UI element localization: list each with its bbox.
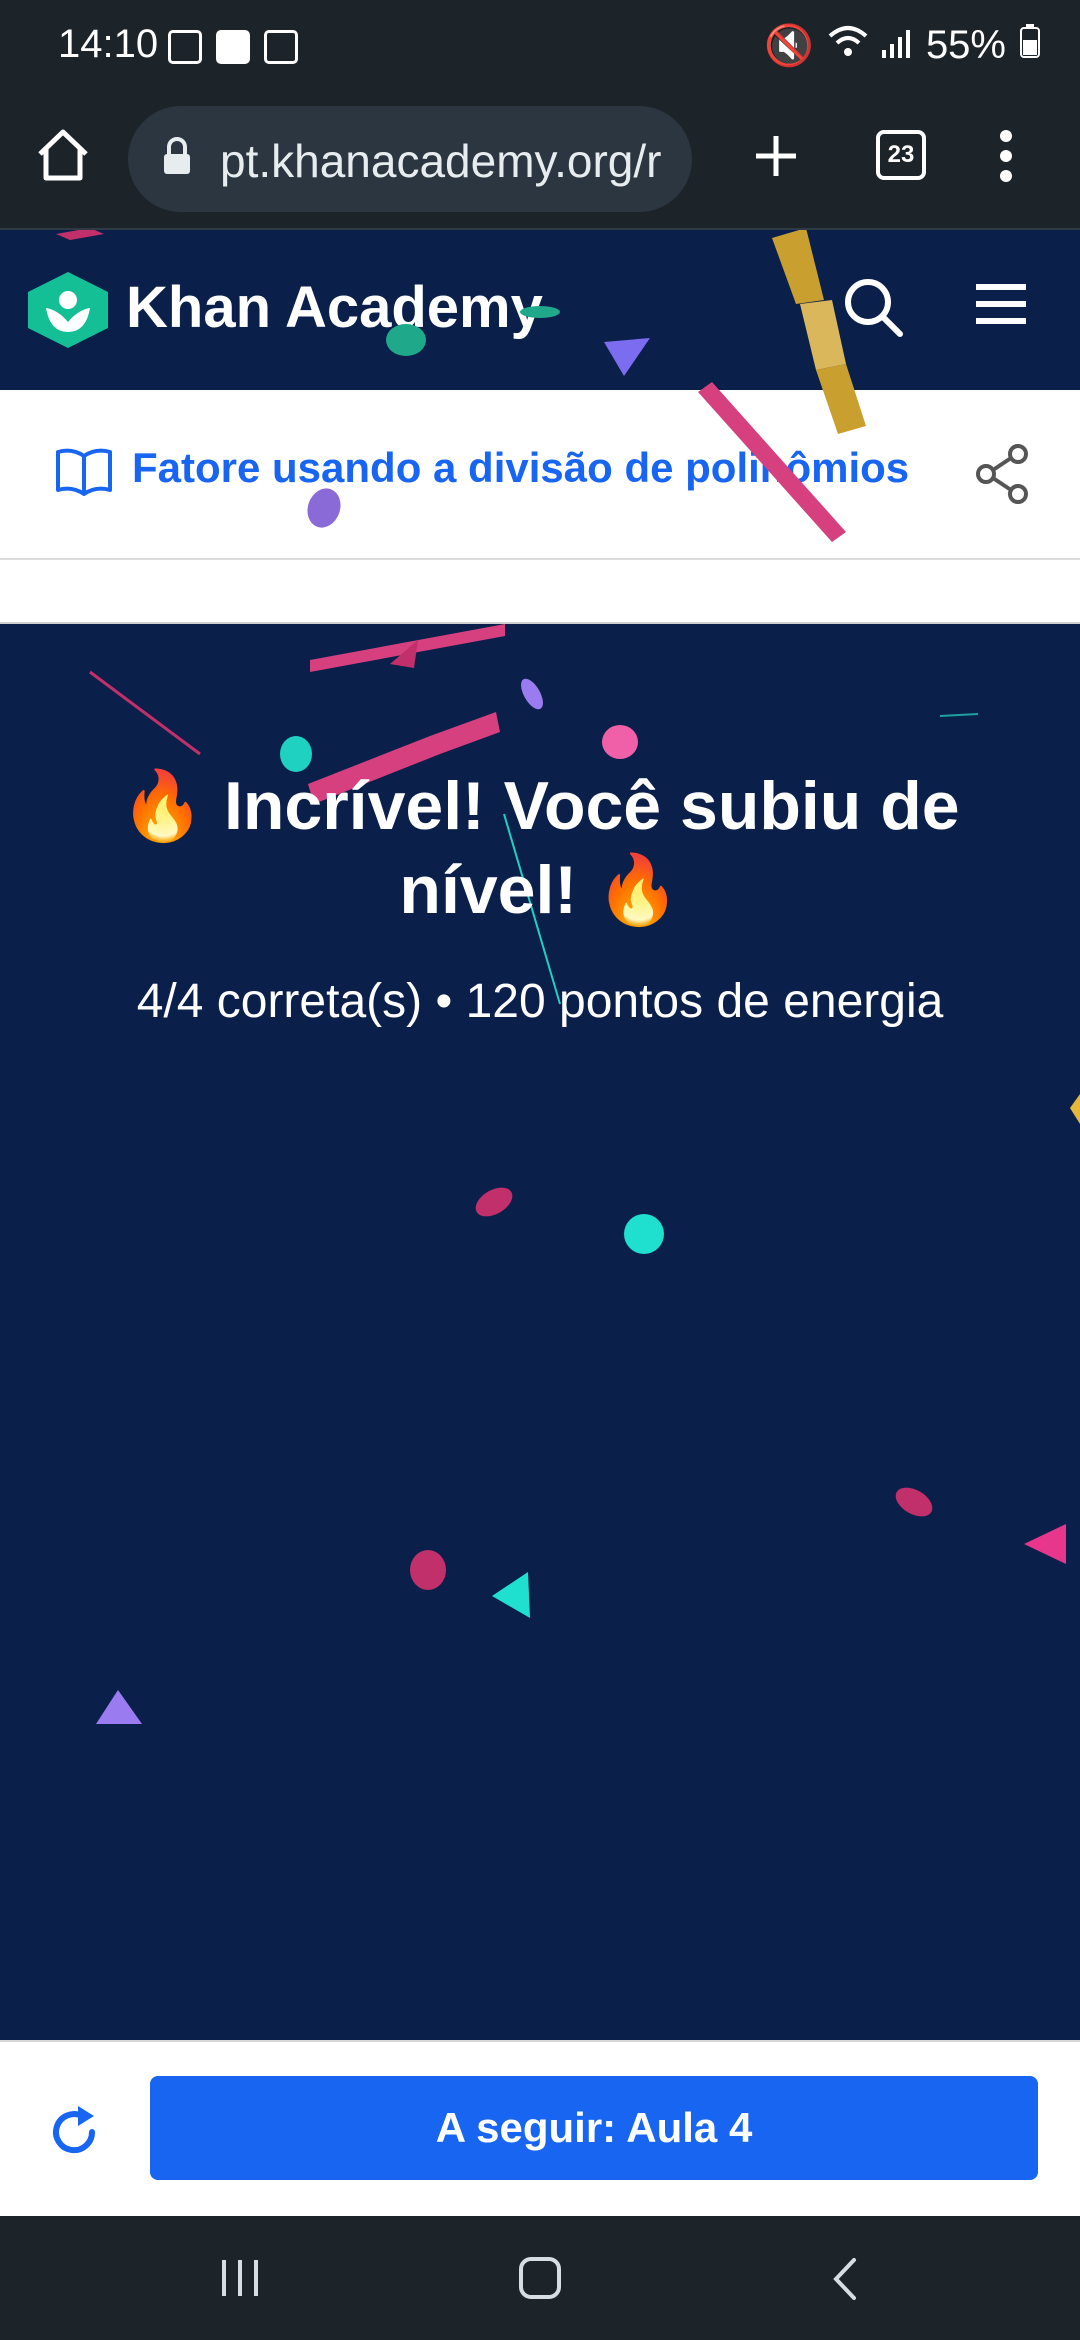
- lock-icon: [162, 136, 192, 181]
- back-nav-icon[interactable]: [830, 2256, 860, 2307]
- more-menu-icon[interactable]: [996, 128, 1016, 189]
- home-icon[interactable]: [34, 126, 92, 189]
- battery-icon: [1020, 23, 1040, 68]
- tab-switcher-button[interactable]: 23: [876, 130, 926, 180]
- wifi-icon: [828, 23, 868, 68]
- system-navigation-bar: [0, 2216, 1080, 2340]
- status-time: 14:10: [58, 22, 159, 66]
- status-bar: 14:10 🔇 55%: [0, 0, 1080, 98]
- next-lesson-button[interactable]: A seguir: Aula 4: [150, 2076, 1038, 2180]
- retry-icon[interactable]: [44, 2102, 104, 2167]
- fire-emoji-left: 🔥: [120, 768, 206, 844]
- url-text: pt.khanacademy.org/r: [220, 135, 662, 187]
- bottom-action-bar: A seguir: Aula 4: [0, 2040, 1080, 2218]
- address-bar[interactable]: pt.khanacademy.org/r: [128, 106, 692, 212]
- divider-strip: [0, 560, 1080, 624]
- fire-emoji-right: 🔥: [595, 852, 681, 928]
- tab-count: 23: [887, 141, 915, 168]
- battery-percent: 55%: [925, 23, 1006, 67]
- result-title-text: Incrível! Você subiu de nível!: [223, 768, 960, 928]
- new-tab-icon[interactable]: [748, 128, 804, 189]
- recent-apps-icon[interactable]: [218, 2258, 262, 2303]
- browser-toolbar: pt.khanacademy.org/r 23: [0, 98, 1080, 230]
- result-stats: 4/4 correta(s) • 120 pontos de energia: [136, 975, 944, 1028]
- status-right: 🔇 55%: [764, 22, 1040, 69]
- results-panel: 🔥 Incrível! Você subiu de nível! 🔥 4/4 c…: [0, 624, 1080, 2040]
- header-confetti-decoration: [56, 230, 866, 542]
- result-title: 🔥 Incrível! Você subiu de nível! 🔥: [60, 764, 1020, 932]
- checkbox-notification-icon: [216, 30, 250, 64]
- voicemail-icon: [168, 30, 202, 64]
- home-nav-icon[interactable]: [518, 2256, 562, 2305]
- image-notification-icon: [264, 30, 298, 64]
- mute-icon: 🔇: [764, 24, 814, 68]
- signal-icon: [881, 23, 912, 68]
